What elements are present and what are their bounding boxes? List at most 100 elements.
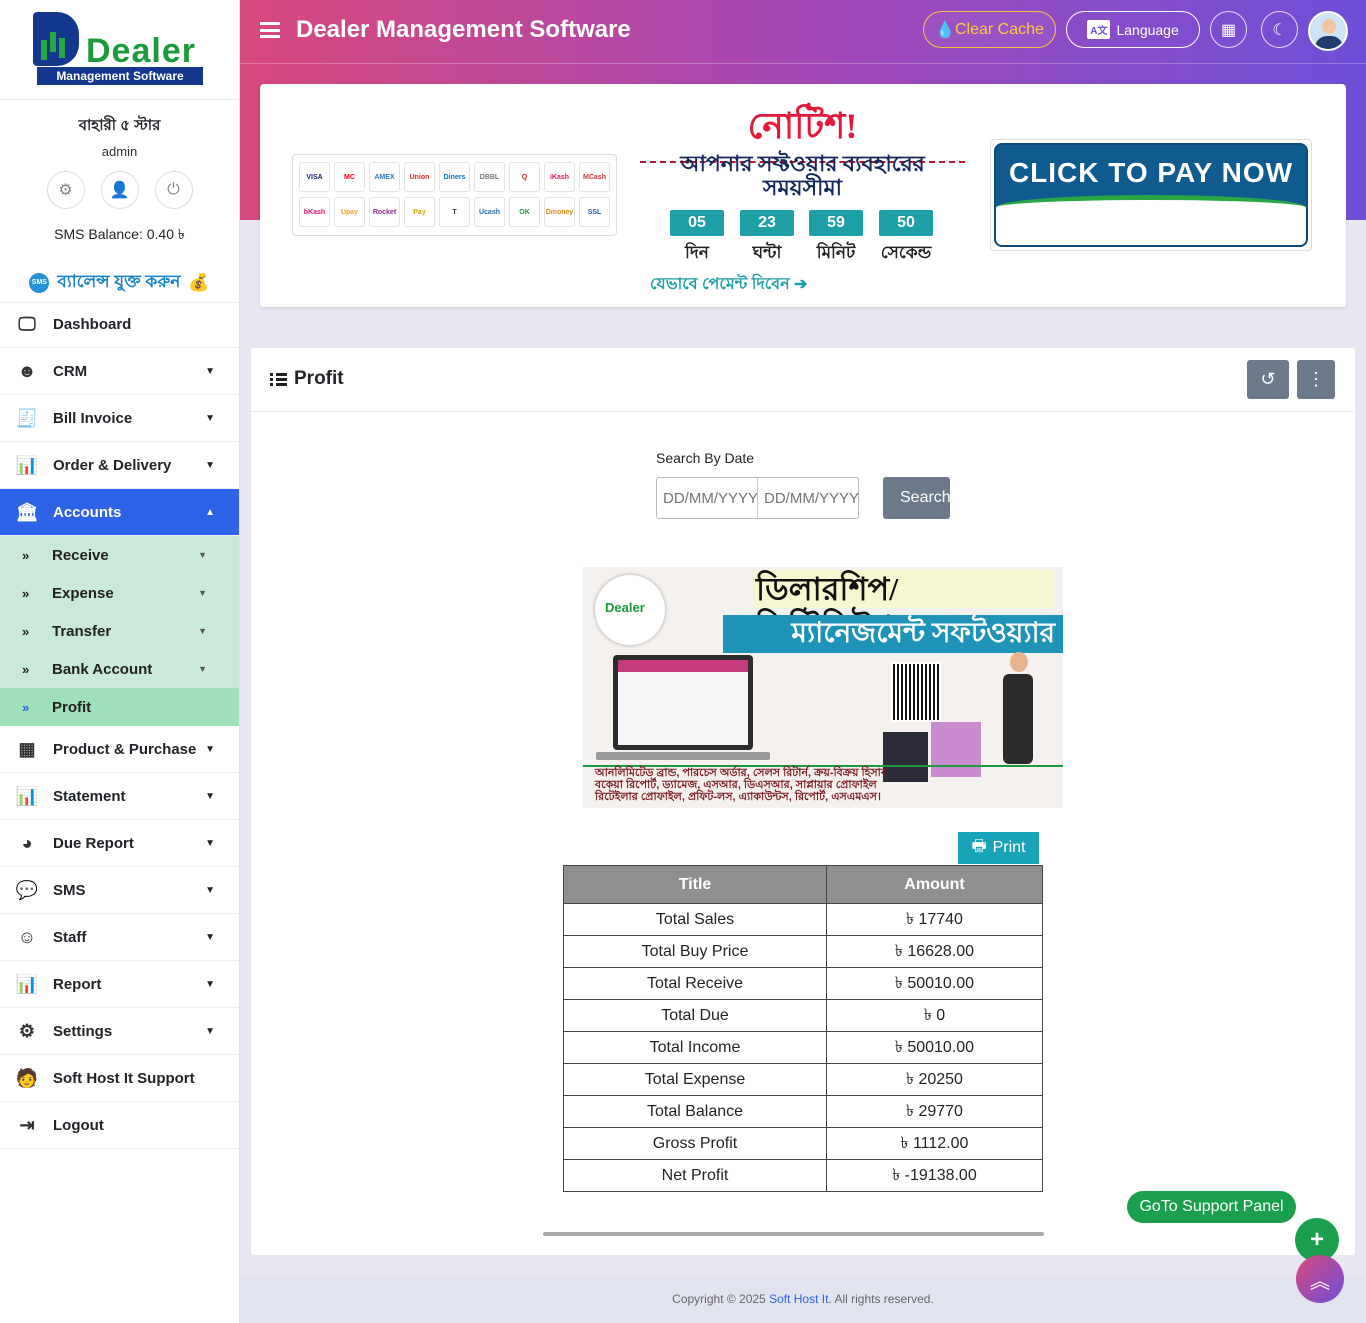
power-icon[interactable]: ⏻ (154, 171, 193, 209)
table-header-row: Title Amount (563, 865, 1043, 904)
bar-chart-icon: 📊 (15, 973, 39, 994)
table-row: Total Due ৳ 0 (563, 999, 1043, 1032)
calculator-icon[interactable]: ▦ (1210, 11, 1247, 48)
chevron-down-icon: ▼ (205, 459, 215, 471)
double-chevron-icon: » (22, 699, 30, 715)
sidebar-item-dashboard[interactable]: 🖵 Dashboard (0, 301, 239, 348)
chevron-down-icon: ▼ (198, 626, 207, 636)
logout-icon: ⇥ (19, 1114, 35, 1135)
brand-logo[interactable]: Dealer Management Software (0, 0, 239, 100)
clear-cache-button[interactable]: 💧 Clear Cache (923, 11, 1056, 48)
chevron-down-icon: ▼ (205, 790, 215, 802)
laptop-illustration (596, 655, 770, 760)
date-range (656, 477, 859, 519)
row-title: Total Expense (563, 1063, 827, 1096)
countdown-value: 59 (809, 210, 863, 236)
hamburger-menu-icon[interactable] (260, 22, 280, 38)
sidebar-item-support[interactable]: 🧑 Soft Host It Support (0, 1055, 239, 1102)
add-balance-link[interactable]: SMS ব্যালেন্স যুক্ত করুন 💰 (0, 263, 239, 303)
boxes-illustration (883, 717, 993, 797)
horizontal-scrollbar[interactable] (543, 1232, 1044, 1236)
payment-method-logo: iKash (544, 162, 575, 192)
sidebar-item-bill-invoice[interactable]: 🧾 Bill Invoice ▼ (0, 395, 239, 442)
language-button[interactable]: A文 Language (1066, 11, 1200, 48)
moon-icon[interactable]: ☾ (1261, 11, 1298, 48)
company-link[interactable]: Soft Host It (769, 1292, 828, 1306)
sidebar-item-sms[interactable]: 💬 SMS ▼ (0, 867, 239, 914)
double-chevron-icon: » (22, 661, 30, 677)
submenu-label: Transfer (52, 622, 112, 640)
sidebar-item-crm[interactable]: ☻ CRM ▼ (0, 348, 239, 395)
submenu-item-expense[interactable]: » Expense ▼ (0, 574, 239, 612)
payment-method-logo: T (439, 197, 470, 227)
avatar[interactable] (1308, 11, 1348, 51)
support-icon: 🧑 (15, 1067, 39, 1088)
printer-icon: 🖶 (971, 837, 987, 855)
sidebar-item-report[interactable]: 📊 Report ▼ (0, 961, 239, 1008)
payment-method-logo: MCash (579, 162, 610, 192)
sidebar-item-label: Soft Host It Support (53, 1069, 195, 1087)
more-options-button[interactable]: ⋮ (1297, 360, 1335, 399)
person-illustration (1003, 652, 1033, 782)
sidebar-menu: 🖵 Dashboard ☻ CRM ▼ 🧾 Bill Invoice ▼ 📊 Order &… (0, 301, 239, 1149)
submenu-item-receive[interactable]: » Receive ▼ (0, 536, 239, 574)
chevron-down-icon: ▼ (205, 1025, 215, 1037)
date-from-input[interactable] (657, 478, 758, 518)
sidebar-item-staff[interactable]: ☺ Staff ▼ (0, 914, 239, 961)
translate-icon: A文 (1087, 20, 1111, 39)
sidebar-item-product-purchase[interactable]: ▦ Product & Purchase ▼ (0, 726, 239, 773)
gear-icon: ⚙ (18, 1020, 36, 1041)
refresh-button[interactable]: ↺ (1247, 360, 1289, 399)
sidebar-item-label: Order & Delivery (53, 456, 172, 474)
how-to-pay-link[interactable]: যেভাবে পেমেন্ট দিবেন ➔ (650, 271, 807, 298)
payment-method-logo: DBBL (474, 162, 505, 192)
table-row: Total Expense ৳ 20250 (563, 1063, 1043, 1096)
scroll-top-icon[interactable]: ︽ (1296, 1255, 1344, 1303)
chevron-down-icon: ▼ (198, 664, 207, 674)
settings-gear-icon[interactable]: ⚙ (46, 171, 85, 209)
sidebar-item-order-delivery[interactable]: 📊 Order & Delivery ▼ (0, 442, 239, 489)
payment-notice: VISA MC AMEX Union Diners DBBL QiKash MCash bKas… (260, 84, 1346, 307)
row-title: Total Receive (563, 967, 827, 1000)
pay-now-banner[interactable]: CLICK TO PAY NOW (990, 139, 1312, 251)
copyright-suffix: . All rights reserved. (828, 1292, 934, 1306)
profile-panel: বাহারী ৫ স্টার admin ⚙ 👤 ⏻ SMS Balance: … (0, 100, 239, 303)
row-title: Total Due (563, 999, 827, 1032)
chevron-down-icon: ▼ (205, 743, 215, 755)
sidebar-item-logout[interactable]: ⇥ Logout (0, 1102, 239, 1149)
user-icon[interactable]: 👤 (100, 171, 139, 209)
sidebar-item-due-report[interactable]: ◕ Due Report ▼ (0, 820, 239, 867)
pay-now-label: CLICK TO PAY NOW (1008, 157, 1294, 188)
row-amount: ৳ 29770 (826, 1095, 1043, 1128)
bar-chart-icon: 📊 (15, 785, 39, 806)
sidebar-item-statement[interactable]: 📊 Statement ▼ (0, 773, 239, 820)
crm-icon: ☻ (17, 360, 37, 381)
sidebar-item-accounts[interactable]: 🏛 Accounts ▲ (0, 489, 239, 536)
date-to-input[interactable] (758, 478, 859, 518)
table-row: Total Income ৳ 50010.00 (563, 1031, 1043, 1064)
submenu-item-transfer[interactable]: » Transfer ▼ (0, 612, 239, 650)
sidebar-item-label: SMS (53, 881, 86, 899)
payment-methods: VISA MC AMEX Union Diners DBBL QiKash MCash bKas… (292, 154, 617, 236)
banner-line1: ডিলারশিপ/ডিস্ট্রিবিউশন (753, 570, 1053, 645)
refresh-icon: ↺ (1260, 369, 1276, 389)
print-button[interactable]: 🖶 Print (958, 832, 1039, 864)
sidebar-item-label: Due Report (53, 834, 134, 852)
sidebar-item-label: Settings (53, 1022, 113, 1040)
countdown-label: দিন (685, 243, 709, 262)
monitor-icon: 🖵 (18, 313, 36, 334)
payment-method-logo: OK (509, 197, 540, 227)
sidebar-item-settings[interactable]: ⚙ Settings ▼ (0, 1008, 239, 1055)
column-header: Title (563, 865, 827, 904)
support-panel-button[interactable]: GoTo Support Panel (1127, 1191, 1296, 1223)
submenu-item-bank-account[interactable]: » Bank Account ▼ (0, 650, 239, 688)
row-amount: ৳ 50010.00 (826, 1031, 1043, 1064)
barcode-illustration (891, 662, 941, 722)
profit-card: Profit ↺ ⋮ Search By Date Search Dealer … (251, 348, 1355, 1255)
row-title: Total Sales (563, 903, 827, 936)
language-label: Language (1116, 21, 1179, 38)
header-divider (240, 63, 1366, 64)
table-row: Total Sales ৳ 17740 (563, 903, 1043, 936)
submenu-item-profit[interactable]: » Profit (0, 688, 239, 726)
search-button[interactable]: Search (883, 477, 950, 519)
